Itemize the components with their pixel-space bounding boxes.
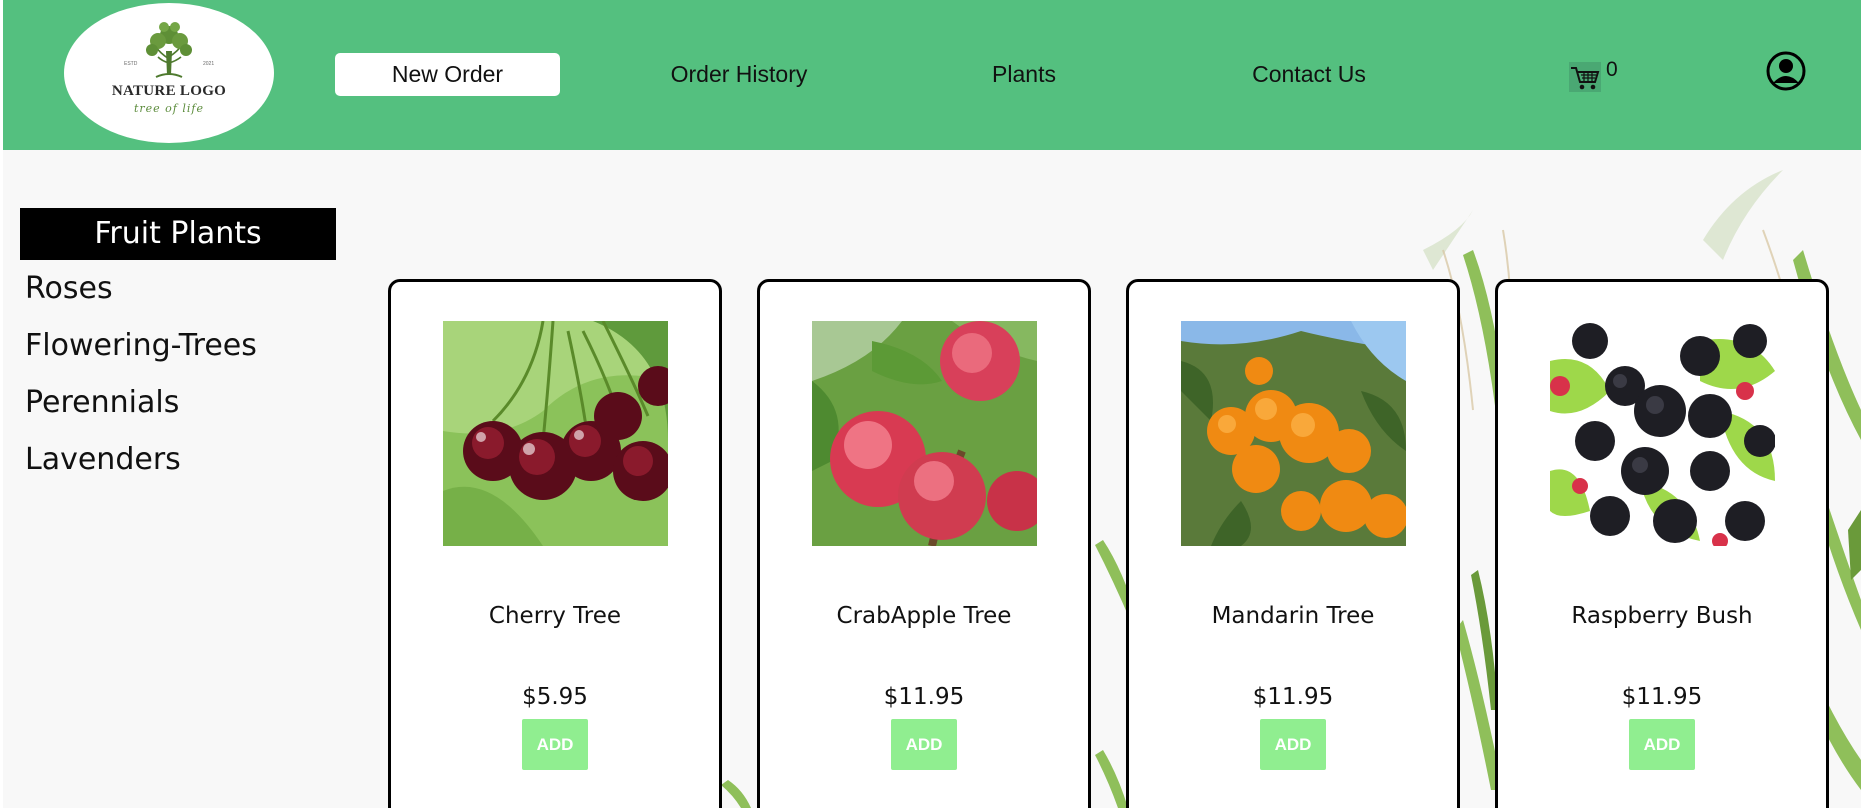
add-to-cart-button[interactable]: ADD xyxy=(1629,719,1695,770)
product-price: $11.95 xyxy=(1621,684,1703,710)
add-to-cart-button[interactable]: ADD xyxy=(522,719,588,770)
product-price: $5.95 xyxy=(522,684,588,710)
category-sidebar: Fruit Plants Roses Flowering-Trees Peren… xyxy=(20,208,340,488)
add-to-cart-button[interactable]: ADD xyxy=(1260,719,1326,770)
sidebar-item-flowering-trees[interactable]: Flowering-Trees xyxy=(20,317,340,374)
cherry-image xyxy=(443,321,668,546)
nature-logo[interactable]: ESTD 2021 NATURE LOGO tree of life xyxy=(64,3,274,143)
sidebar-item-fruit-plants[interactable]: Fruit Plants xyxy=(20,208,336,260)
user-profile-button[interactable] xyxy=(1766,51,1806,91)
mandarin-image xyxy=(1181,321,1406,546)
user-profile-icon xyxy=(1766,51,1806,91)
product-price: $11.95 xyxy=(1252,684,1334,710)
product-price: $11.95 xyxy=(883,684,965,710)
product-name: Mandarin Tree xyxy=(1211,603,1375,629)
logo-estd-text: ESTD xyxy=(124,61,138,67)
nav-contact-us[interactable]: Contact Us xyxy=(1224,53,1394,96)
nav-new-order[interactable]: New Order xyxy=(335,53,560,96)
cart-icon xyxy=(1569,62,1601,92)
main-content: Fruit Plants Roses Flowering-Trees Peren… xyxy=(3,150,1861,808)
add-to-cart-button[interactable]: ADD xyxy=(891,719,957,770)
product-card: Raspberry Bush $11.95 ADD xyxy=(1495,279,1829,808)
product-name: Cherry Tree xyxy=(488,603,622,629)
sidebar-item-roses[interactable]: Roses xyxy=(20,260,340,317)
cart-count-badge: 0 xyxy=(1606,58,1618,81)
product-name: Raspberry Bush xyxy=(1571,603,1753,629)
crabapple-image xyxy=(812,321,1037,546)
product-name: CrabApple Tree xyxy=(836,603,1012,629)
sidebar-item-lavenders[interactable]: Lavenders xyxy=(20,431,340,488)
product-card: CrabApple Tree $11.95 ADD xyxy=(757,279,1091,808)
logo-year-text: 2021 xyxy=(203,61,215,67)
logo-tagline: tree of life xyxy=(133,102,204,115)
tree-logo-icon xyxy=(146,22,192,78)
sidebar-item-perennials[interactable]: Perennials xyxy=(20,374,340,431)
product-card: Cherry Tree $5.95 ADD xyxy=(388,279,722,808)
product-card: Mandarin Tree $11.95 ADD xyxy=(1126,279,1460,808)
logo-title: NATURE LOGO xyxy=(111,83,227,99)
cart-button[interactable]: 0 xyxy=(1569,58,1635,92)
nav-order-history[interactable]: Order History xyxy=(639,53,839,96)
top-navbar: ESTD 2021 NATURE LOGO tree of life New O… xyxy=(3,0,1861,150)
nav-plants[interactable]: Plants xyxy=(949,53,1099,96)
raspberry-image xyxy=(1550,321,1775,546)
